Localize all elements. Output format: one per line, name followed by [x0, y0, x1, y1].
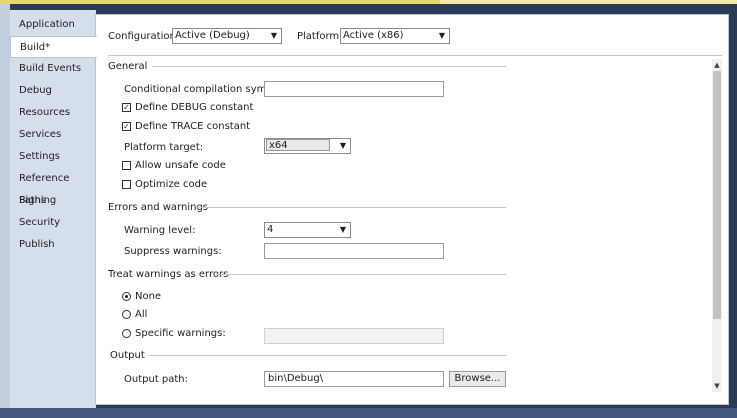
- define-trace-checkbox[interactable]: ✓: [122, 122, 131, 131]
- configuration-value: Active (Debug): [175, 30, 250, 41]
- suppress-warnings-input[interactable]: [264, 243, 444, 259]
- chevron-down-icon: ▼: [438, 31, 445, 40]
- sidebar-item-resources[interactable]: Resources: [10, 102, 96, 124]
- specific-warnings-input[interactable]: [264, 328, 444, 344]
- output-path-input[interactable]: bin\Debug\: [264, 371, 444, 387]
- optimize-checkbox[interactable]: [122, 180, 131, 189]
- treat-all-label: All: [135, 309, 148, 320]
- general-section-rule: [152, 66, 506, 67]
- configuration-label: Configuration:: [108, 31, 180, 42]
- conditional-symbols-input[interactable]: [264, 81, 444, 97]
- treat-specific-radio[interactable]: [122, 329, 131, 338]
- chevron-down-icon: ▼: [339, 141, 346, 150]
- platform-target-label: Platform target:: [124, 142, 204, 153]
- chevron-down-icon: ▼: [270, 31, 277, 40]
- sidebar-item-build-events[interactable]: Build Events: [10, 58, 96, 80]
- errors-section-header: Errors and warnings: [108, 202, 209, 213]
- optimize-label: Optimize code: [135, 179, 208, 190]
- sidebar-item-settings[interactable]: Settings: [10, 146, 96, 168]
- configuration-select[interactable]: Active (Debug) ▼: [172, 28, 282, 44]
- vertical-scrollbar[interactable]: ▲ ▼: [712, 59, 722, 392]
- build-settings-panel: Configuration: Active (Debug) ▼ Platform…: [95, 14, 729, 405]
- allow-unsafe-label: Allow unsafe code: [135, 160, 226, 171]
- output-path-label: Output path:: [124, 374, 189, 385]
- warning-level-value: 4: [267, 224, 274, 235]
- bottom-status-bar: [0, 408, 737, 418]
- platform-value: Active (x86): [343, 30, 404, 41]
- chevron-down-icon: ▼: [339, 225, 346, 234]
- warning-level-label: Warning level:: [124, 225, 196, 236]
- toolbar-divider: [108, 55, 722, 56]
- sidebar-item-signing[interactable]: Signing: [10, 190, 96, 212]
- treat-warnings-section-rule: [216, 274, 506, 275]
- platform-label: Platform:: [297, 31, 343, 42]
- define-debug-checkbox[interactable]: ✓: [122, 103, 131, 112]
- platform-target-select[interactable]: x64 ▼: [264, 138, 351, 154]
- output-section-rule: [148, 355, 506, 356]
- top-accent-segment: [0, 0, 440, 4]
- top-accent-bar: [0, 0, 737, 4]
- sidebar-item-security[interactable]: Security: [10, 212, 96, 234]
- general-section-header: General: [108, 61, 148, 72]
- allow-unsafe-checkbox[interactable]: [122, 161, 131, 170]
- define-debug-label: Define DEBUG constant: [135, 102, 254, 113]
- sidebar-item-build[interactable]: Build*: [10, 36, 97, 58]
- treat-none-radio[interactable]: [122, 292, 131, 301]
- output-section-header: Output: [110, 350, 145, 361]
- define-trace-label: Define TRACE constant: [135, 121, 251, 132]
- platform-target-value: x64: [266, 139, 330, 151]
- sidebar-item-services[interactable]: Services: [10, 124, 96, 146]
- treat-specific-label: Specific warnings:: [135, 328, 226, 339]
- left-edge-strip: [0, 4, 10, 410]
- browse-button[interactable]: Browse...: [449, 371, 506, 387]
- errors-section-rule: [196, 207, 506, 208]
- scrollbar-thumb[interactable]: [713, 71, 721, 319]
- sidebar-item-debug[interactable]: Debug: [10, 80, 96, 102]
- sidebar-item-application[interactable]: Application: [10, 14, 96, 36]
- sidebar-item-reference-paths[interactable]: Reference Paths: [10, 168, 96, 206]
- scroll-down-icon[interactable]: ▼: [712, 380, 722, 392]
- sidebar: Application Build* Build Events Debug Re…: [10, 14, 97, 256]
- suppress-warnings-label: Suppress warnings:: [124, 246, 222, 257]
- treat-none-label: None: [135, 291, 162, 302]
- warning-level-select[interactable]: 4 ▼: [264, 222, 351, 238]
- platform-select[interactable]: Active (x86) ▼: [340, 28, 450, 44]
- treat-all-radio[interactable]: [122, 310, 131, 319]
- sidebar-item-publish[interactable]: Publish: [10, 234, 96, 256]
- treat-warnings-section-header: Treat warnings as errors: [108, 269, 229, 280]
- scroll-up-icon[interactable]: ▲: [712, 59, 722, 71]
